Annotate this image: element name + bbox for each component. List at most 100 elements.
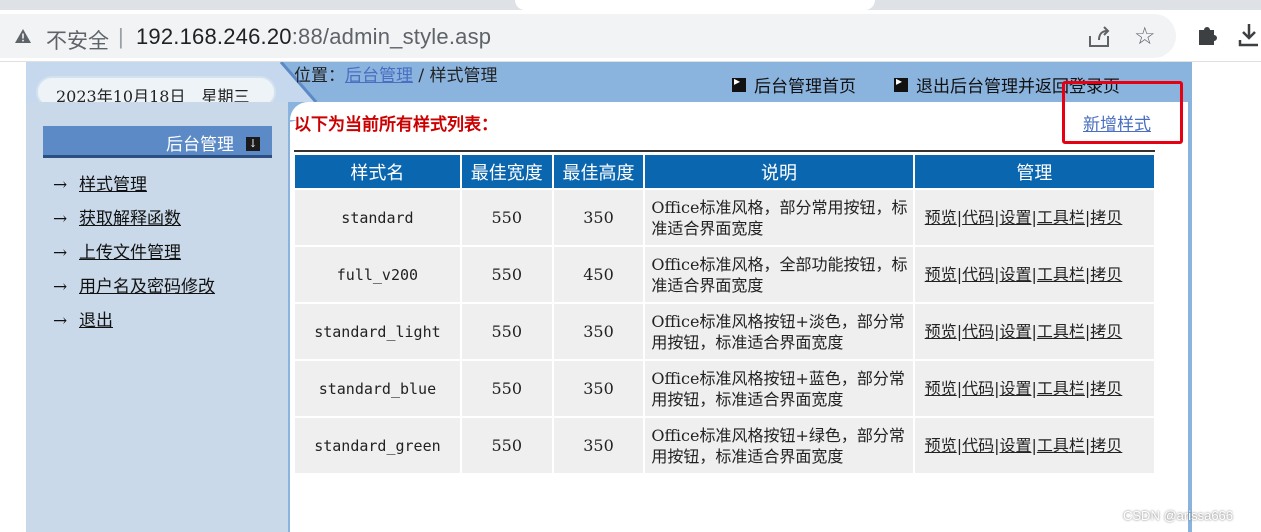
url-path: :88/admin_style.asp (291, 24, 492, 49)
toolbar-link[interactable]: 工具栏 (1037, 379, 1085, 398)
cell-description: Office标准风格，部分常用按钮，标准适合界面宽度 (645, 190, 913, 245)
cell-description: Office标准风格按钮+淡色，部分常用按钮，标准适合界面宽度 (645, 304, 913, 359)
right-border (1188, 102, 1192, 532)
code-link[interactable]: 代码 (962, 436, 994, 455)
arrow-icon: → (53, 311, 68, 331)
code-link[interactable]: 代码 (962, 208, 994, 227)
cell-manage: 预览|代码|设置|工具栏|拷贝 (914, 418, 1154, 473)
col-header-manage: 管理 (914, 155, 1154, 188)
settings-link[interactable]: 设置 (999, 208, 1031, 227)
cell-height: 450 (553, 247, 644, 302)
code-link[interactable]: 代码 (962, 322, 994, 341)
table-row: standard_blue 550 350 Office标准风格按钮+蓝色，部分常用按… (295, 361, 1154, 416)
url-text[interactable]: 192.168.246.20:88/admin_style.asp (136, 24, 491, 50)
toolbar-link[interactable]: 工具栏 (1037, 265, 1085, 284)
sidebar-item-logout: → 退出 (53, 306, 215, 340)
cell-width: 550 (461, 247, 552, 302)
copy-link[interactable]: 拷贝 (1090, 265, 1122, 284)
divider-line (294, 150, 1155, 152)
code-link[interactable]: 代码 (962, 379, 994, 398)
copy-link[interactable]: 拷贝 (1090, 322, 1122, 341)
cell-width: 550 (461, 361, 552, 416)
bookmark-star-icon[interactable]: ☆ (1134, 22, 1156, 51)
url-host: 192.168.246.20 (136, 24, 292, 49)
arrow-icon: → (53, 277, 68, 297)
browser-toolbar: 不安全 | 192.168.246.20:88/admin_style.asp … (0, 10, 1261, 62)
cell-width: 550 (461, 190, 552, 245)
cell-manage: 预览|代码|设置|工具栏|拷贝 (914, 361, 1154, 416)
arrow-box-icon (732, 74, 746, 92)
sidebar: 后台管理 ↓ → 样式管理 → 获取解释函数 → 上传文件管理 → 用户名及密码修改 →… (26, 102, 288, 532)
sidebar-link-style-manage[interactable]: 样式管理 (79, 175, 147, 195)
sidebar-item-style-manage: → 样式管理 (53, 170, 215, 204)
extensions-icon[interactable] (1195, 24, 1219, 48)
cell-manage: 预览|代码|设置|工具栏|拷贝 (914, 190, 1154, 245)
arrow-box-icon (894, 74, 908, 92)
cell-style-name: standard (295, 190, 460, 245)
sidebar-link-change-password[interactable]: 用户名及密码修改 (79, 277, 215, 297)
cell-width: 550 (461, 304, 552, 359)
cell-height: 350 (553, 418, 644, 473)
col-header-width: 最佳宽度 (461, 155, 552, 188)
copy-link[interactable]: 拷贝 (1090, 208, 1122, 227)
warning-icon[interactable] (14, 28, 32, 44)
share-icon[interactable] (1087, 26, 1111, 48)
breadcrumb-prefix: 位置： (294, 66, 345, 86)
list-title: 以下为当前所有样式列表： (294, 115, 498, 135)
toolbar-link[interactable]: 工具栏 (1037, 322, 1085, 341)
preview-link[interactable]: 预览 (925, 379, 957, 398)
address-bar[interactable]: 不安全 | 192.168.246.20:88/admin_style.asp … (0, 14, 1176, 58)
sidebar-link-get-function[interactable]: 获取解释函数 (79, 209, 181, 229)
sidebar-link-logout[interactable]: 退出 (79, 311, 113, 331)
cell-description: Office标准风格按钮+绿色，部分常用按钮，标准适合界面宽度 (645, 418, 913, 473)
preview-link[interactable]: 预览 (925, 208, 957, 227)
col-header-height: 最佳高度 (553, 155, 644, 188)
cell-manage: 预览|代码|设置|工具栏|拷贝 (914, 247, 1154, 302)
nav-admin-home-label: 后台管理首页 (754, 77, 856, 97)
collapse-down-icon[interactable]: ↓ (246, 137, 260, 151)
table-row: standard_light 550 350 Office标准风格按钮+淡色，部分常用… (295, 304, 1154, 359)
copy-link[interactable]: 拷贝 (1090, 379, 1122, 398)
settings-link[interactable]: 设置 (999, 436, 1031, 455)
arrow-icon: → (53, 243, 68, 263)
breadcrumb-link-admin[interactable]: 后台管理 (345, 66, 413, 86)
cell-manage: 预览|代码|设置|工具栏|拷贝 (914, 304, 1154, 359)
download-icon[interactable] (1238, 22, 1260, 48)
style-table: 样式名 最佳宽度 最佳高度 说明 管理 standard 550 350 Office… (293, 153, 1156, 475)
table-header-row: 样式名 最佳宽度 最佳高度 说明 管理 (295, 155, 1154, 188)
sidebar-item-get-function: → 获取解释函数 (53, 204, 215, 238)
tab-strip (0, 0, 1261, 10)
security-label[interactable]: 不安全 (46, 25, 109, 55)
settings-link[interactable]: 设置 (999, 265, 1031, 284)
sidebar-title[interactable]: 后台管理 ↓ (43, 126, 272, 158)
toolbar-link[interactable]: 工具栏 (1037, 208, 1085, 227)
preview-link[interactable]: 预览 (925, 322, 957, 341)
breadcrumb-separator: / (413, 66, 430, 86)
settings-link[interactable]: 设置 (999, 322, 1031, 341)
highlight-box (1062, 81, 1183, 144)
sidebar-item-change-password: → 用户名及密码修改 (53, 272, 215, 306)
preview-link[interactable]: 预览 (925, 436, 957, 455)
copy-link[interactable]: 拷贝 (1090, 436, 1122, 455)
sidebar-item-upload-files: → 上传文件管理 (53, 238, 215, 272)
nav-admin-home[interactable]: 后台管理首页 (732, 72, 856, 97)
sidebar-link-upload-files[interactable]: 上传文件管理 (79, 243, 181, 263)
table-row: standard 550 350 Office标准风格，部分常用按钮，标准适合界面宽度… (295, 190, 1154, 245)
sidebar-menu: → 样式管理 → 获取解释函数 → 上传文件管理 → 用户名及密码修改 → 退出 (53, 170, 215, 340)
cell-height: 350 (553, 361, 644, 416)
settings-link[interactable]: 设置 (999, 379, 1031, 398)
col-header-name: 样式名 (295, 155, 460, 188)
cell-width: 550 (461, 418, 552, 473)
arrow-icon: → (53, 209, 68, 229)
active-tab[interactable] (515, 0, 875, 10)
arrow-icon: → (53, 175, 68, 195)
table-row: full_v200 550 450 Office标准风格，全部功能按钮，标准适合界面宽… (295, 247, 1154, 302)
code-link[interactable]: 代码 (962, 265, 994, 284)
top-banner: 2023年10月18日 星期三 后台管理首页 退出后台管理并返回登录页 (26, 62, 1192, 108)
preview-link[interactable]: 预览 (925, 265, 957, 284)
toolbar-link[interactable]: 工具栏 (1037, 436, 1085, 455)
cell-height: 350 (553, 304, 644, 359)
breadcrumb: 位置：后台管理 / 样式管理 (294, 61, 498, 86)
breadcrumb-current: 样式管理 (429, 66, 498, 86)
cell-description: Office标准风格，全部功能按钮，标准适合界面宽度 (645, 247, 913, 302)
